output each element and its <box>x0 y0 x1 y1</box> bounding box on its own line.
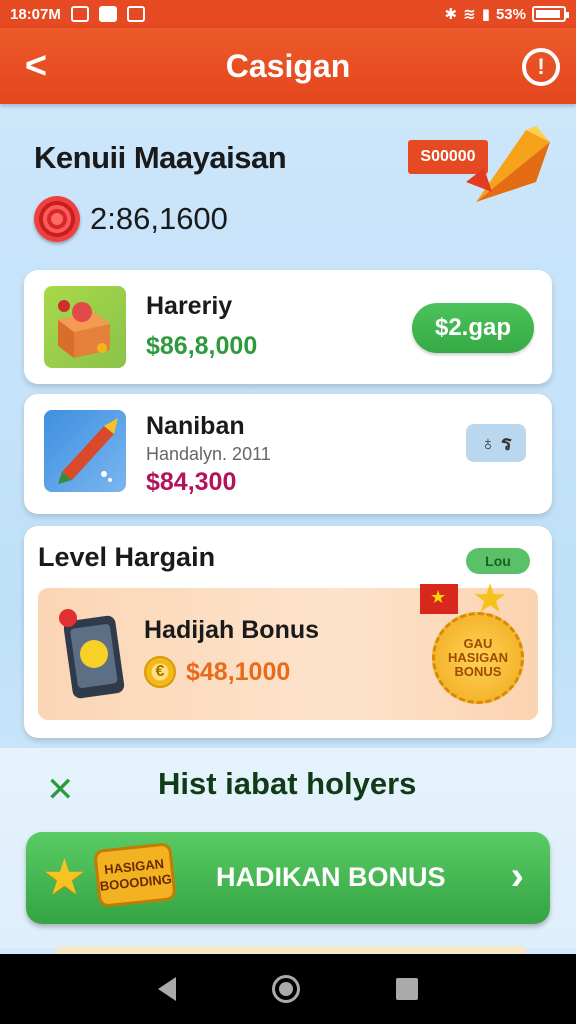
item-price: $86,8,000 <box>146 332 258 360</box>
level-title: Level Hargain <box>38 542 216 572</box>
rocket-thumbnail <box>44 410 126 492</box>
status-time: 18:07M <box>10 5 61 23</box>
buy-button[interactable]: $2.gap <box>412 303 534 353</box>
kite-icon <box>466 126 550 202</box>
page-title: Casigan <box>225 47 351 84</box>
item-name: Naniban <box>146 412 245 440</box>
red-coin-icon <box>34 196 80 242</box>
bonus-value: $48,1000 <box>186 657 291 686</box>
item-name: Hareriy <box>146 292 233 320</box>
section-title: Hist iabat holyers <box>158 766 417 801</box>
signal-icon: ▮ <box>481 6 490 23</box>
flag-icon <box>420 584 458 614</box>
item-card[interactable]: Naniban Handalyn. 2011 $84,300 ♁ ร <box>24 394 552 514</box>
wifi-icon: ≋ <box>463 6 476 23</box>
status-bar: 18:07M ✱ ≋ ▮ 53% <box>0 0 576 28</box>
phone-icon <box>59 609 125 699</box>
nav-back-icon[interactable] <box>158 977 176 1001</box>
balance-display: 2:86,1600 <box>34 196 228 242</box>
bonus-badge: HASIGAN BOOODING <box>93 842 177 908</box>
gift-box-thumbnail <box>44 286 126 368</box>
item-price: $84,300 <box>146 468 237 496</box>
star-icon: ★ <box>42 849 87 905</box>
battery-icon <box>532 6 569 22</box>
header-title: Kenuii Maayaisan <box>34 140 287 175</box>
nav-home-icon[interactable] <box>272 975 300 1003</box>
bonus-panel[interactable]: Hadijah Bonus € $48,1000 ★ GAU HASIGAN B… <box>38 577 538 720</box>
notification-icon <box>70 6 89 22</box>
claim-bonus-button[interactable]: ★ HASIGAN BOOODING HADIKAN BONUS › <box>26 832 550 924</box>
gift-box-icon <box>58 300 110 358</box>
app-notification-icon <box>98 6 117 22</box>
bonus-seal: GAU HASIGAN BONUS <box>432 612 524 704</box>
item-action-button[interactable]: ♁ ร <box>466 424 526 462</box>
level-card: Level Hargain Lou Hadijah Bonus € $48,10… <box>24 526 552 738</box>
back-button[interactable]: < <box>16 46 56 86</box>
system-nav-bar <box>0 954 576 1024</box>
item-card[interactable]: Hareriy $86,8,000 $2.gap <box>24 270 552 384</box>
bluetooth-icon: ✱ <box>444 6 458 23</box>
balance-value: 2:86,1600 <box>90 201 228 236</box>
bonus-name: Hadijah Bonus <box>144 616 320 644</box>
close-icon[interactable]: ✕ <box>46 770 75 810</box>
bonus-amount: € $48,1000 <box>144 656 290 688</box>
image-notification-icon <box>126 6 145 22</box>
item-subtitle: Handalyn. 2011 <box>146 444 271 464</box>
nav-recents-icon[interactable] <box>396 978 418 1000</box>
rocket-icon <box>58 418 118 484</box>
level-badge[interactable]: Lou <box>466 548 530 574</box>
battery-level: 53% <box>495 5 526 23</box>
cta-label: HADIKAN BONUS <box>216 862 446 892</box>
app-bar: < Casigan ! <box>0 28 576 104</box>
info-button[interactable]: ! <box>522 48 560 86</box>
gold-coin-icon: € <box>144 656 176 688</box>
chevron-right-icon: › <box>510 854 524 898</box>
